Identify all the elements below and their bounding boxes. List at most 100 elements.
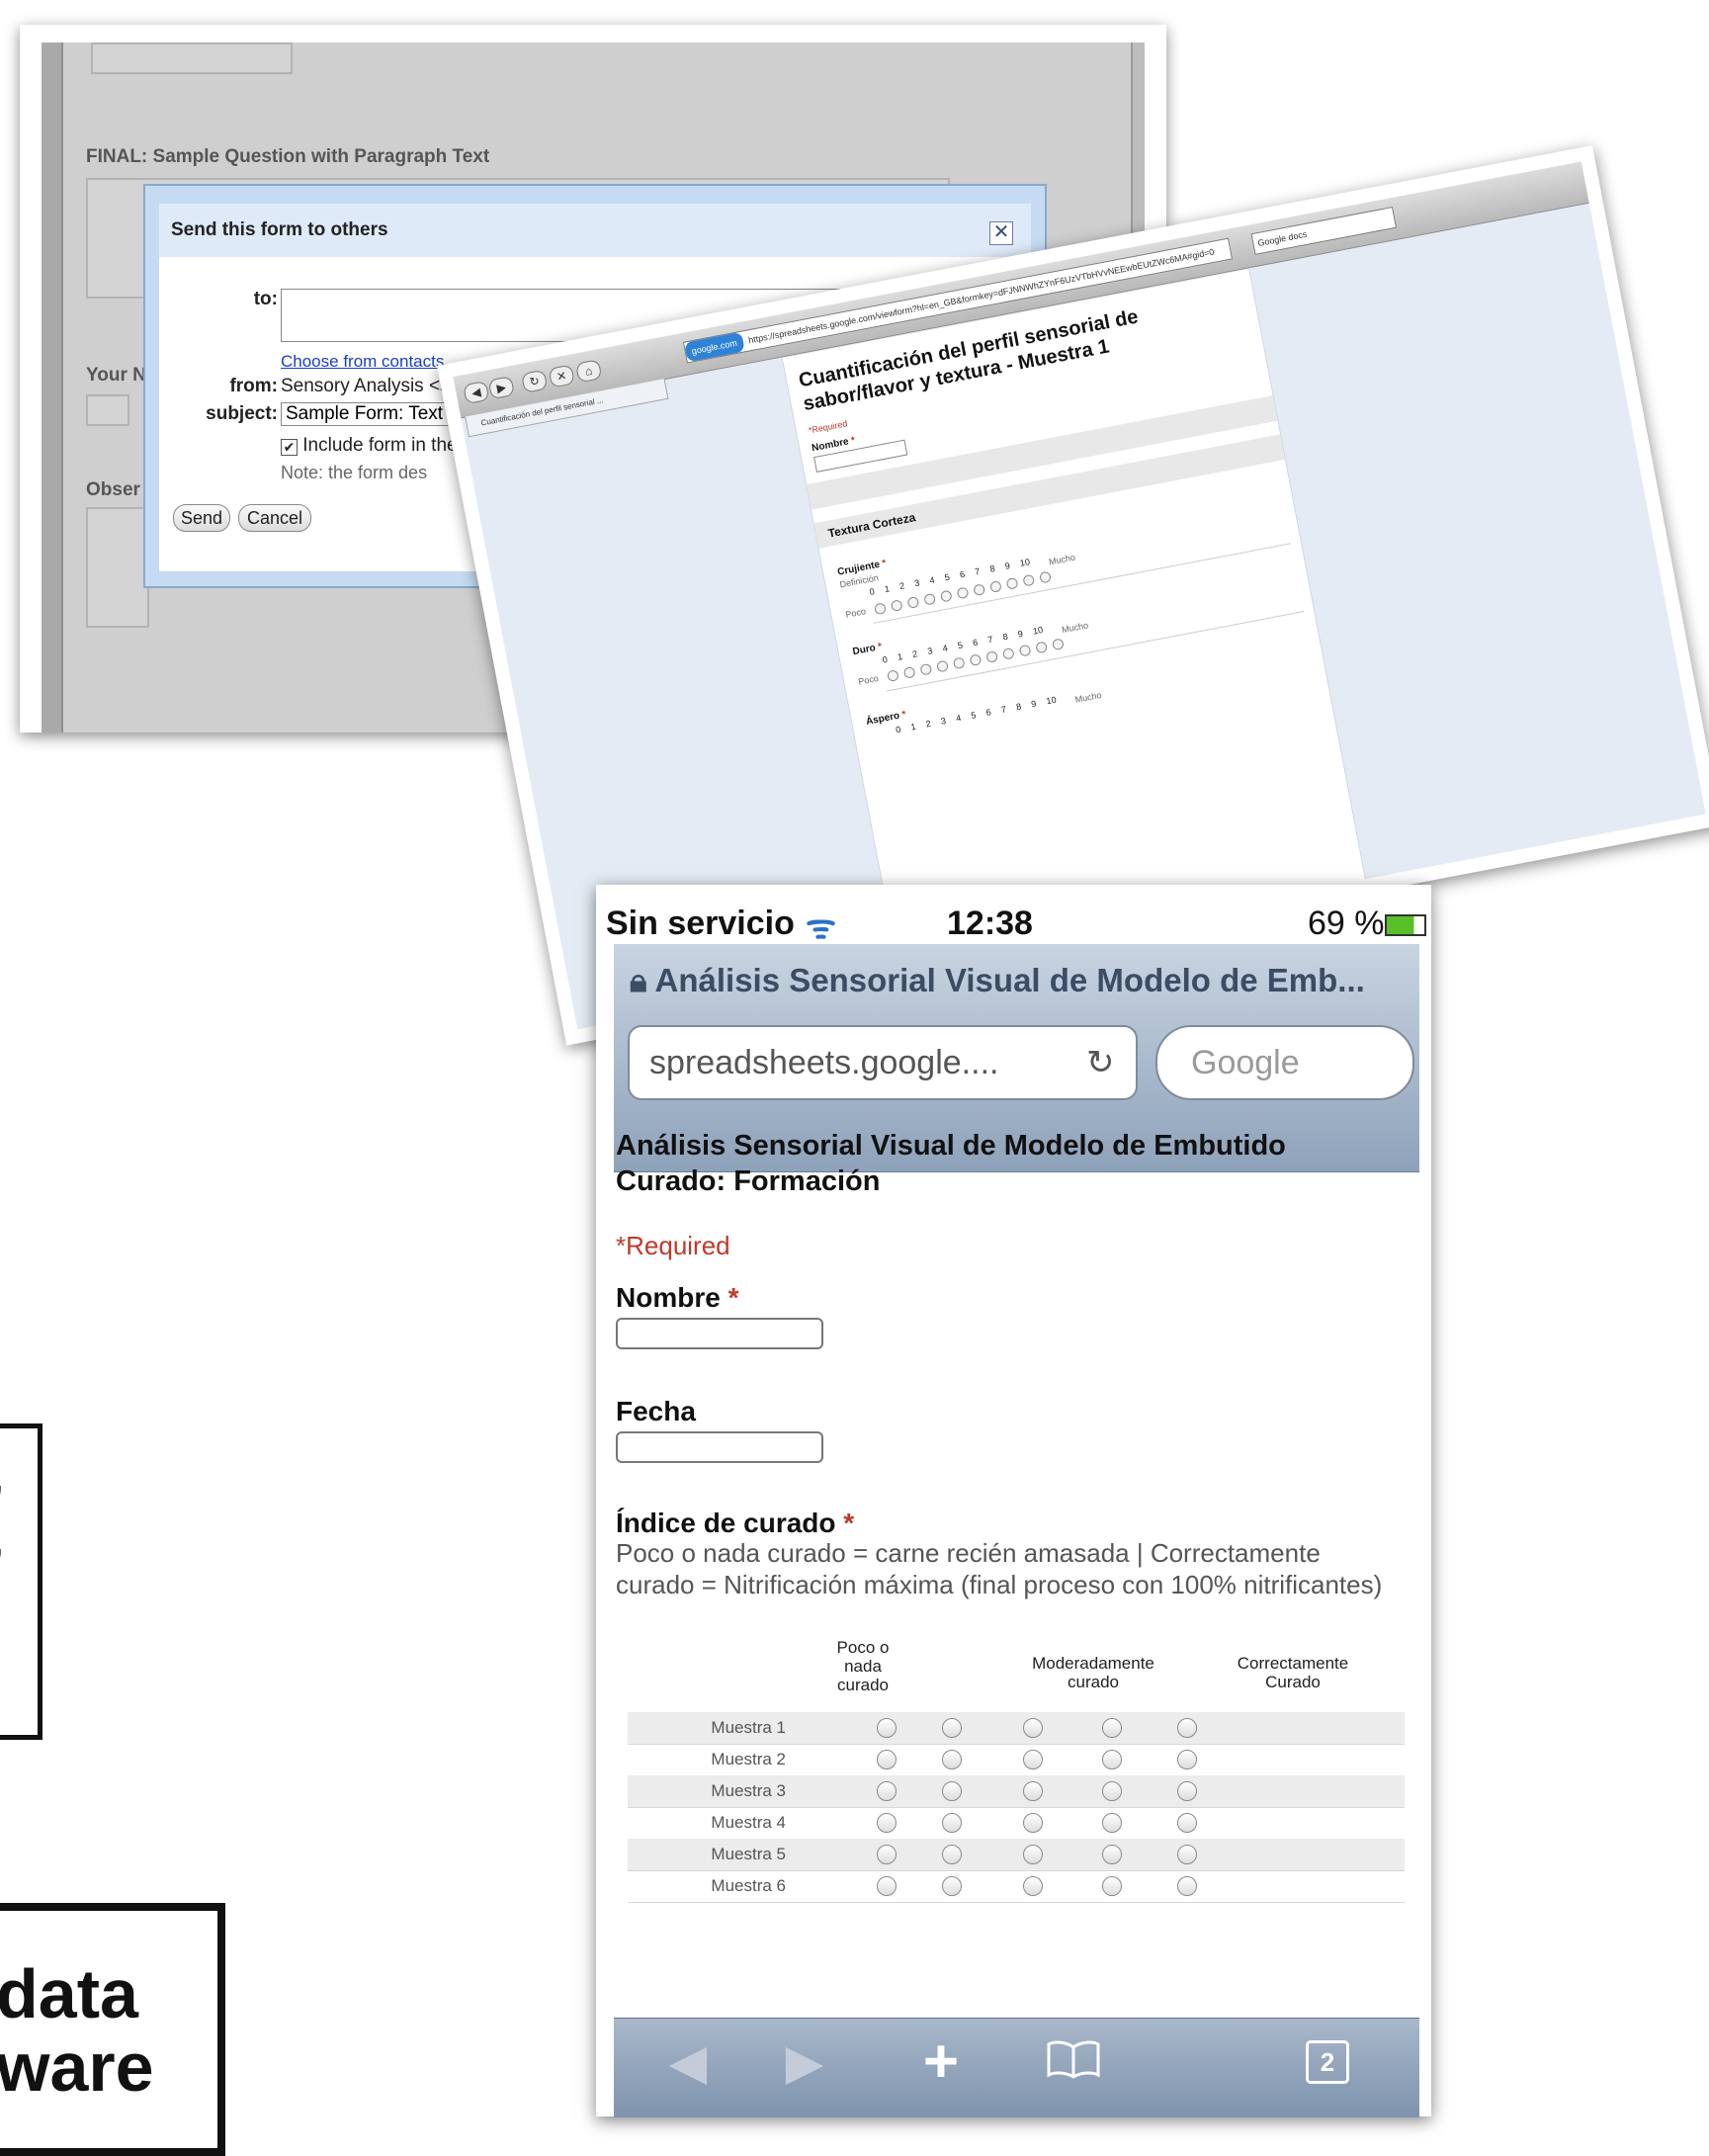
scale-radio[interactable]: [1039, 570, 1052, 584]
grid-radio[interactable]: [877, 1813, 897, 1833]
reload-icon[interactable]: ↻: [521, 369, 549, 393]
scale-radio[interactable]: [874, 602, 887, 616]
row-label: Muestra 5: [711, 1845, 786, 1863]
grid-radio[interactable]: [1102, 1718, 1122, 1738]
carrier-text: Sin servicio: [606, 905, 795, 942]
duro-high: Mucho: [1061, 620, 1089, 636]
scale-radio[interactable]: [890, 599, 903, 613]
close-icon[interactable]: ✕: [989, 221, 1013, 245]
grid-radio[interactable]: [1102, 1876, 1122, 1896]
forward-icon[interactable]: ▶: [770, 2032, 839, 2092]
stop-icon[interactable]: ✕: [548, 364, 575, 388]
grid-radio[interactable]: [877, 1750, 897, 1769]
fecha-input[interactable]: [616, 1431, 823, 1463]
grid-radio[interactable]: [1023, 1781, 1043, 1801]
grid-radio[interactable]: [1102, 1781, 1122, 1801]
back-icon[interactable]: ◀: [463, 380, 490, 405]
scale-radio[interactable]: [919, 662, 933, 676]
back-icon[interactable]: ◀: [653, 2032, 723, 2092]
search-field[interactable]: Google: [1155, 1025, 1414, 1100]
grid-radio[interactable]: [1023, 1845, 1043, 1864]
choose-from-contacts-text[interactable]: Choose from contacts: [281, 352, 444, 371]
form-document: Cuantificación del perfil sensorial de s…: [781, 269, 1369, 981]
grid-radio[interactable]: [877, 1845, 897, 1864]
indice-label: Índice de curado *: [616, 1508, 855, 1538]
scale-radio[interactable]: [1001, 647, 1015, 660]
table-row: Muestra 3: [628, 1775, 1405, 1807]
col-header-correctamente: Correctamente Curado: [1237, 1654, 1349, 1691]
grid-radio[interactable]: [877, 1718, 897, 1738]
table-row: Muestra 1: [628, 1712, 1405, 1744]
add-bookmark-icon[interactable]: +: [906, 2031, 976, 2093]
send-button[interactable]: Send: [173, 504, 230, 532]
search-field[interactable]: Google docs: [1250, 206, 1398, 255]
scale-radio[interactable]: [902, 665, 916, 679]
grid-radio[interactable]: [1102, 1750, 1122, 1769]
from-label: from:: [229, 376, 278, 396]
scale-radio[interactable]: [1051, 638, 1065, 651]
pages-count: 2: [1306, 2040, 1349, 2084]
grid-radio[interactable]: [1023, 1750, 1043, 1769]
row-label: Muestra 3: [711, 1781, 786, 1800]
url-field[interactable]: spreadsheets.google.... ↻: [628, 1025, 1138, 1100]
grid-radio[interactable]: [877, 1781, 897, 1801]
grid-radio[interactable]: [942, 1750, 962, 1769]
grid-radio[interactable]: [942, 1876, 962, 1896]
grid-radio[interactable]: [1023, 1813, 1043, 1833]
grid-radio[interactable]: [1177, 1813, 1197, 1833]
scale-radio[interactable]: [936, 659, 949, 673]
home-icon[interactable]: ⌂: [575, 359, 603, 384]
status-bar: Sin servicio ᯤ 12:38 69 %: [596, 905, 1431, 946]
bookmarks-icon[interactable]: [1039, 2032, 1108, 2092]
search-placeholder: Google: [1191, 1044, 1300, 1081]
subject-label: subject:: [206, 403, 278, 424]
scale-radio[interactable]: [1022, 573, 1036, 587]
cropped-box-left: , ,: [0, 1423, 43, 1740]
page-title-row: 🔒︎ Análisis Sensorial Visual de Modelo d…: [630, 962, 1410, 1000]
grid-radio[interactable]: [942, 1813, 962, 1833]
your-name-input-cut: [86, 394, 129, 426]
grid-radio[interactable]: [942, 1718, 962, 1738]
grid-radio[interactable]: [1102, 1813, 1122, 1833]
grid-radio[interactable]: [1023, 1876, 1043, 1896]
grid-radio[interactable]: [1023, 1718, 1043, 1738]
grid-radio[interactable]: [942, 1845, 962, 1864]
scale-radio[interactable]: [973, 583, 986, 597]
required-note: *Required: [616, 1231, 730, 1260]
grid-radio[interactable]: [1177, 1750, 1197, 1769]
scale-radio[interactable]: [985, 650, 999, 663]
required-note: *Required: [808, 418, 849, 436]
cropped-mark-1: ,: [0, 1448, 5, 1502]
indice-text: Índice de curado: [616, 1508, 836, 1538]
scale-radio[interactable]: [969, 653, 983, 667]
scale-radio[interactable]: [1005, 576, 1019, 590]
cancel-button[interactable]: Cancel: [238, 504, 311, 532]
scale-radio[interactable]: [952, 656, 966, 670]
choose-from-contacts-link[interactable]: Choose from contacts: [281, 352, 444, 372]
fecha-label: Fecha: [616, 1396, 696, 1426]
reload-icon[interactable]: ↻: [1086, 1027, 1115, 1098]
include-form-checkbox[interactable]: ✔: [281, 439, 298, 456]
grid-radio[interactable]: [1177, 1876, 1197, 1896]
scale-radio[interactable]: [988, 580, 1002, 593]
grid-radio[interactable]: [877, 1876, 897, 1896]
grid-radio[interactable]: [1177, 1781, 1197, 1801]
grid-radio[interactable]: [1177, 1845, 1197, 1864]
forward-icon[interactable]: ▶: [487, 376, 515, 400]
your-name-label-cut: Your N: [86, 365, 146, 386]
col-header-moderadamente: Moderadamente curado: [1032, 1654, 1154, 1691]
indice-help-text: Poco o nada curado = carne recién amasad…: [616, 1538, 1383, 1599]
scale-radio[interactable]: [923, 592, 937, 606]
grid-radio[interactable]: [942, 1781, 962, 1801]
scale-radio[interactable]: [887, 669, 899, 683]
grid-radio[interactable]: [1177, 1718, 1197, 1738]
scale-radio[interactable]: [1018, 644, 1032, 657]
scale-radio[interactable]: [1035, 641, 1049, 654]
scale-radio[interactable]: [939, 589, 953, 603]
scale-radio[interactable]: [956, 586, 970, 600]
dialog-title: Send this form to others: [171, 219, 388, 240]
grid-radio[interactable]: [1102, 1845, 1122, 1864]
table-row: Muestra 5: [628, 1839, 1405, 1870]
scale-radio[interactable]: [906, 596, 920, 609]
nombre-input[interactable]: [616, 1318, 823, 1349]
